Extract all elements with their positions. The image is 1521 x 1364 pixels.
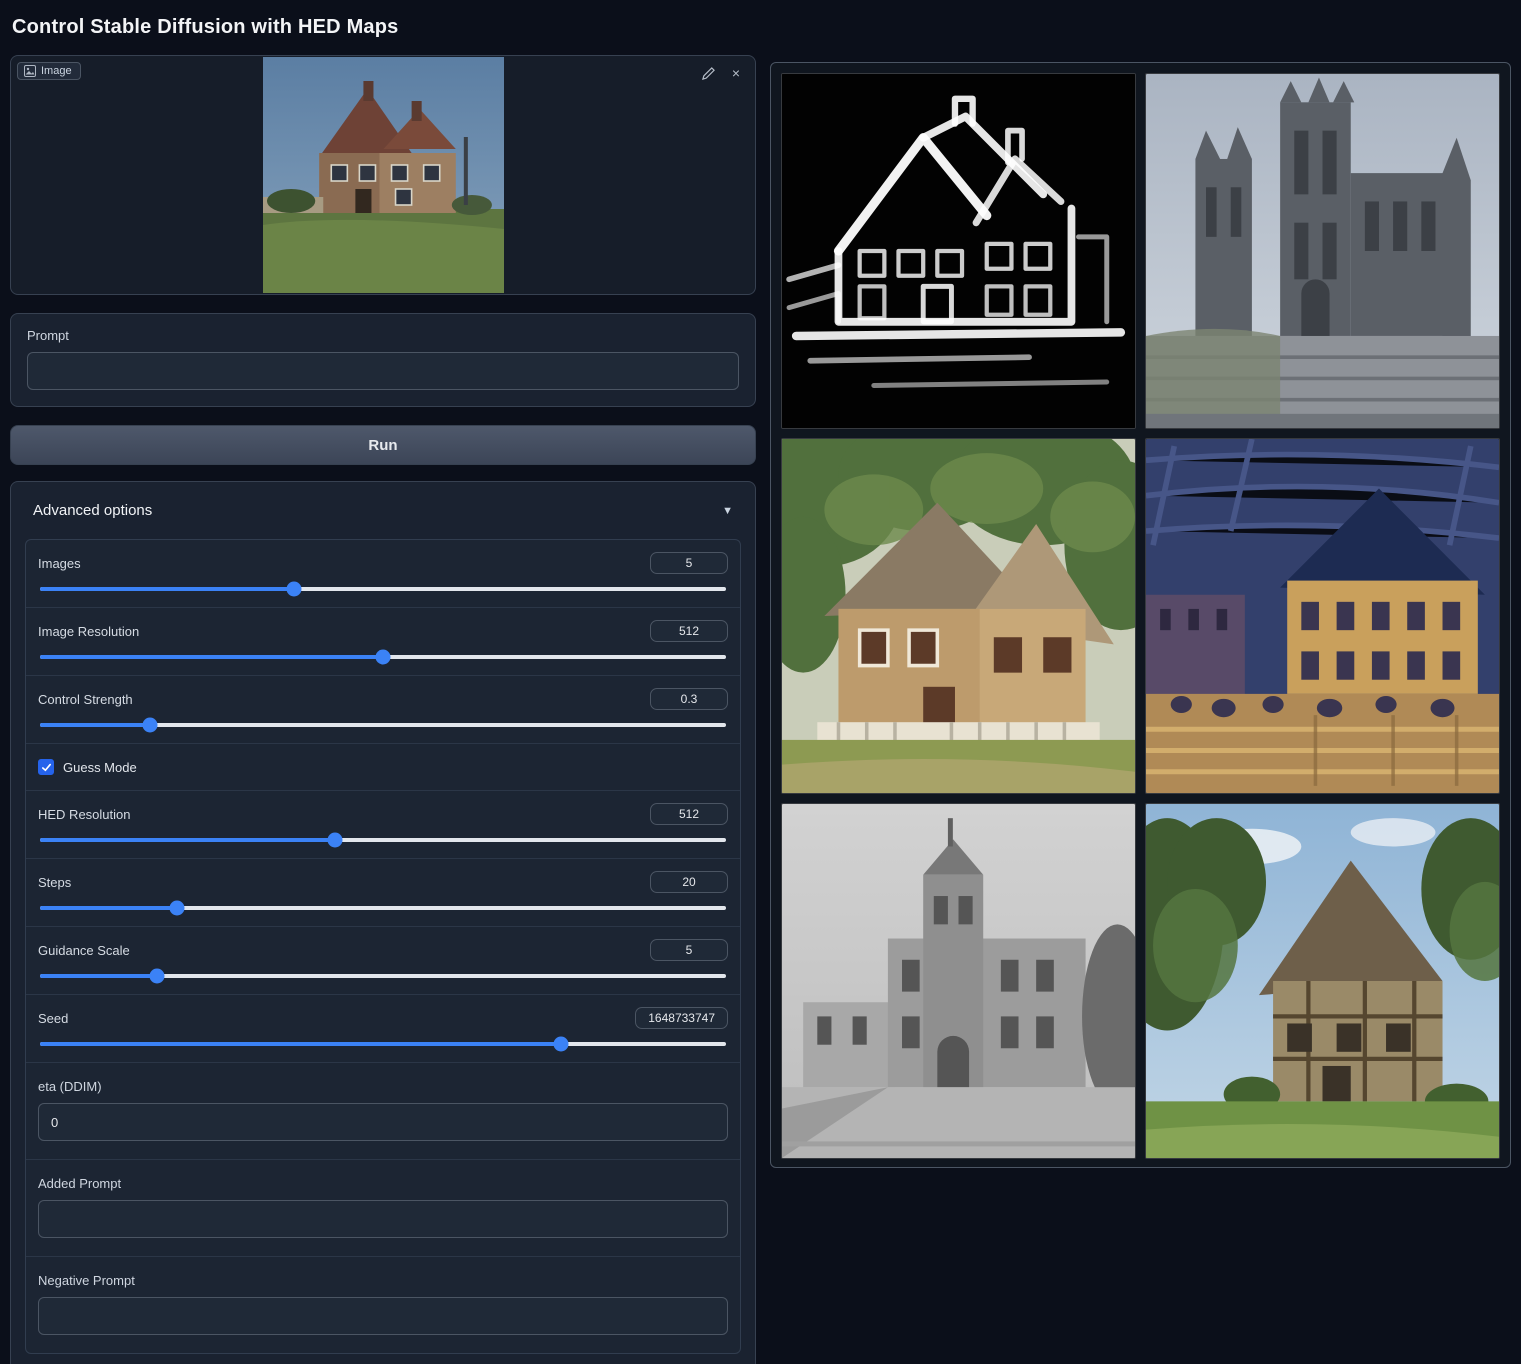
image-resolution-slider-row: Image Resolution 512 [26, 607, 740, 675]
edit-image-button[interactable] [697, 62, 719, 84]
image-label-chip: Image [17, 62, 81, 80]
gallery-item-country-house[interactable] [1145, 803, 1500, 1159]
prompt-label: Prompt [27, 328, 739, 343]
seed-value-input[interactable]: 1648733747 [635, 1007, 728, 1029]
slider-handle[interactable] [554, 1037, 569, 1052]
seed-slider[interactable] [40, 1042, 726, 1046]
gallery-item-stone-cathedral[interactable] [1145, 73, 1500, 429]
gallery-item-hed-edge-map[interactable] [781, 73, 1136, 429]
prompt-panel: Prompt [10, 313, 756, 407]
left-column: Control Stable Diffusion with HED Maps I… [10, 10, 756, 1354]
added-prompt-row: Added Prompt [26, 1159, 740, 1256]
hed-resolution-slider[interactable] [40, 838, 726, 842]
slider-handle[interactable] [376, 650, 391, 665]
steps-slider-row: Steps 20 [26, 858, 740, 926]
control-strength-label: Control Strength [38, 692, 133, 707]
images-value-input[interactable]: 5 [650, 552, 728, 574]
advanced-options-title: Advanced options [33, 502, 152, 519]
hed-resolution-value-input[interactable]: 512 [650, 803, 728, 825]
advanced-options-panel: Advanced options ▼ Images 5 [10, 481, 756, 1364]
slider-handle[interactable] [149, 969, 164, 984]
right-column [770, 62, 1511, 1354]
guess-mode-row: Guess Mode [26, 743, 740, 790]
run-button[interactable]: Run [10, 425, 756, 465]
slider-fill [40, 723, 150, 727]
eta-input[interactable] [38, 1103, 728, 1141]
images-slider-row: Images 5 [26, 540, 740, 607]
control-strength-value-input[interactable]: 0.3 [650, 688, 728, 710]
output-gallery [770, 62, 1511, 1168]
guidance-scale-slider-row: Guidance Scale 5 [26, 926, 740, 994]
image-icon [24, 65, 36, 77]
guidance-scale-value-input[interactable]: 5 [650, 939, 728, 961]
added-prompt-input[interactable] [38, 1200, 728, 1238]
images-slider[interactable] [40, 587, 726, 591]
advanced-options-form: Images 5 Image Resolution 512 [25, 539, 741, 1354]
negative-prompt-row: Negative Prompt [26, 1256, 740, 1353]
slider-handle[interactable] [142, 718, 157, 733]
images-label: Images [38, 556, 81, 571]
app-root: Control Stable Diffusion with HED Maps I… [0, 0, 1521, 1364]
seed-slider-row: Seed 1648733747 [26, 994, 740, 1062]
image-resolution-value-input[interactable]: 512 [650, 620, 728, 642]
chevron-down-icon: ▼ [722, 505, 733, 517]
image-resolution-label: Image Resolution [38, 624, 139, 639]
slider-handle[interactable] [286, 582, 301, 597]
eta-label: eta (DDIM) [38, 1079, 728, 1094]
control-strength-slider[interactable] [40, 723, 726, 727]
image-resolution-slider[interactable] [40, 655, 726, 659]
slider-handle[interactable] [170, 901, 185, 916]
prompt-input[interactable] [27, 352, 739, 390]
slider-fill [40, 587, 294, 591]
eta-row: eta (DDIM) [26, 1062, 740, 1159]
gallery-item-wooden-house-painting[interactable] [781, 438, 1136, 794]
steps-value-input[interactable]: 20 [650, 871, 728, 893]
slider-handle[interactable] [327, 833, 342, 848]
uploaded-image [263, 57, 504, 293]
slider-fill [40, 974, 157, 978]
hed-resolution-label: HED Resolution [38, 807, 131, 822]
negative-prompt-label: Negative Prompt [38, 1273, 728, 1288]
image-actions: × [697, 62, 747, 84]
guidance-scale-label: Guidance Scale [38, 943, 130, 958]
steps-slider[interactable] [40, 906, 726, 910]
seed-label: Seed [38, 1011, 68, 1026]
check-icon [41, 762, 52, 773]
clear-image-button[interactable]: × [725, 62, 747, 84]
slider-fill [40, 1042, 561, 1046]
gallery-item-stylized-rainy-building[interactable] [1145, 438, 1500, 794]
guess-mode-label: Guess Mode [63, 760, 137, 775]
steps-label: Steps [38, 875, 71, 890]
slider-fill [40, 906, 177, 910]
image-label: Image [41, 65, 72, 77]
gallery-item-black-and-white-building[interactable] [781, 803, 1136, 1159]
page-title: Control Stable Diffusion with HED Maps [12, 16, 756, 39]
advanced-options-accordion[interactable]: Advanced options ▼ [25, 496, 741, 525]
image-upload-panel[interactable]: Image × [10, 55, 756, 295]
control-strength-slider-row: Control Strength 0.3 [26, 675, 740, 743]
negative-prompt-input[interactable] [38, 1297, 728, 1335]
guidance-scale-slider[interactable] [40, 974, 726, 978]
pencil-icon [702, 67, 715, 80]
guess-mode-checkbox[interactable] [38, 759, 54, 775]
added-prompt-label: Added Prompt [38, 1176, 728, 1191]
slider-fill [40, 838, 335, 842]
slider-fill [40, 655, 383, 659]
hed-resolution-slider-row: HED Resolution 512 [26, 790, 740, 858]
